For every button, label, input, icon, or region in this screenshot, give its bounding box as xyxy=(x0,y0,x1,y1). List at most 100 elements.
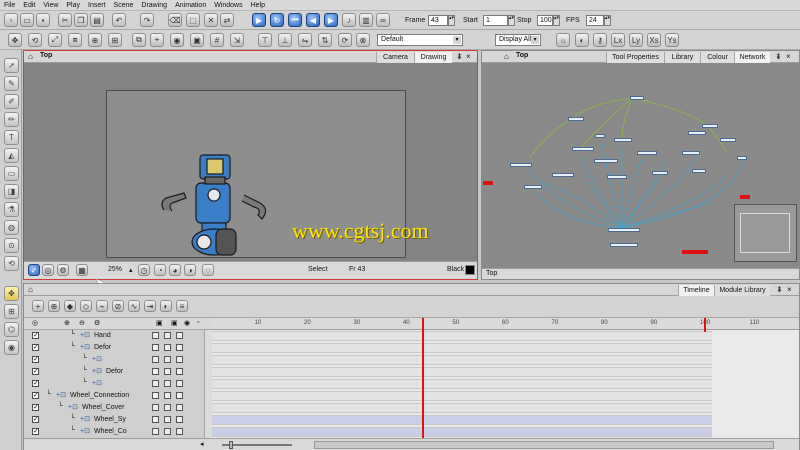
animate-tool-icon[interactable]: ✥ xyxy=(4,286,19,301)
layer-track[interactable] xyxy=(212,331,712,341)
copy-icon[interactable]: ❐ xyxy=(74,13,88,27)
add-layer-icon[interactable]: + xyxy=(32,300,44,312)
lock-icon[interactable]: ▣ xyxy=(171,319,178,327)
transform-icon[interactable]: ⊞ xyxy=(108,33,122,47)
tab-network[interactable]: Network xyxy=(734,52,770,63)
rotate-view-icon[interactable]: ⟲ xyxy=(4,256,19,271)
network-node[interactable] xyxy=(568,117,584,121)
color-icon[interactable]: ▫ xyxy=(197,319,199,326)
add-peg-icon[interactable]: ⊕ xyxy=(48,300,60,312)
sound-scrub-icon[interactable]: ▥ xyxy=(359,13,373,27)
network-node[interactable] xyxy=(630,96,644,100)
align-icon[interactable]: ⊤ xyxy=(258,33,272,47)
layer-visibility-checkbox[interactable]: ✓ xyxy=(32,380,39,387)
layer-track[interactable] xyxy=(212,403,712,413)
tab-camera[interactable]: Camera xyxy=(376,52,414,63)
skew-icon[interactable]: ⧈ xyxy=(68,33,82,47)
save-icon[interactable]: ▪ xyxy=(36,13,50,27)
fps-spinner[interactable]: ▴▾ xyxy=(604,15,611,26)
layer-lock-icon[interactable] xyxy=(152,344,159,351)
layer-color-icon[interactable] xyxy=(176,344,183,351)
rotate-icon[interactable]: ⟲ xyxy=(28,33,42,47)
layer-color-icon[interactable] xyxy=(176,416,183,423)
menu-item-edit[interactable]: Edit xyxy=(19,0,39,11)
layer-row[interactable]: ✓ └ +⊡ Wheel_Cover xyxy=(24,402,212,414)
network-node[interactable] xyxy=(652,171,668,175)
layer-track[interactable] xyxy=(212,379,712,389)
settings-icon[interactable]: ⚙ xyxy=(57,264,69,276)
layer-color-icon[interactable] xyxy=(176,380,183,387)
collapse-all-icon[interactable]: ⊖ xyxy=(79,319,85,327)
paint-tool-icon[interactable]: ◭ xyxy=(4,148,19,163)
next-frame-icon[interactable]: ▶ xyxy=(324,13,338,27)
layer-outline-icon[interactable] xyxy=(164,416,171,423)
stop-marker[interactable] xyxy=(704,318,707,332)
menu-item-play[interactable]: Play xyxy=(62,0,84,11)
safe-area-icon[interactable]: ▦ xyxy=(76,264,88,276)
network-node[interactable] xyxy=(607,175,627,179)
layer-lock-icon[interactable] xyxy=(152,392,159,399)
cell-extend-icon[interactable]: ⇥ xyxy=(144,300,156,312)
remove-key-icon[interactable]: ◇ xyxy=(80,300,92,312)
network-node[interactable] xyxy=(610,243,638,247)
layer-row[interactable]: ✓ └ +⊡ Wheel_Co xyxy=(24,426,212,438)
tab-timeline[interactable]: Timeline xyxy=(678,285,714,296)
xs-icon[interactable]: Xs xyxy=(647,33,661,47)
layer-row[interactable]: ✓ └ +⊡ Hand xyxy=(24,330,212,342)
network-canvas[interactable] xyxy=(482,63,799,268)
current-color-swatch[interactable] xyxy=(465,265,475,275)
outline-icon[interactable]: ◉ xyxy=(184,319,190,327)
layer-track[interactable] xyxy=(212,367,712,377)
stop-spinner[interactable]: ▴▾ xyxy=(553,15,560,26)
camera-mode-icon[interactable]: ✓ xyxy=(28,264,40,276)
layer-row[interactable]: ✓ └ +⊡ Defor xyxy=(24,342,212,354)
layer-lock-icon[interactable] xyxy=(152,368,159,375)
layer-outline-icon[interactable] xyxy=(164,356,171,363)
filter-icon[interactable]: ⚙ xyxy=(94,319,100,327)
layer-color-icon[interactable] xyxy=(176,368,183,375)
contour-editor-icon[interactable]: ✎ xyxy=(4,76,19,91)
add-key-icon[interactable]: ◆ xyxy=(64,300,76,312)
loop-icon[interactable]: ∞ xyxy=(376,13,390,27)
menu-item-insert[interactable]: Insert xyxy=(84,0,110,11)
layer-visibility-checkbox[interactable]: ✓ xyxy=(32,344,39,351)
panel-menu-icon[interactable]: ⇟ xyxy=(776,285,783,294)
onion-skin-timeline-icon[interactable]: ◐ xyxy=(160,300,172,312)
start-field[interactable]: 1 xyxy=(483,15,508,26)
layer-color-icon[interactable] xyxy=(176,356,183,363)
open-folder-icon[interactable]: ▭ xyxy=(20,13,34,27)
display-select[interactable]: Display All ▾ xyxy=(495,34,541,46)
menu-item-scene[interactable]: Scene xyxy=(110,0,138,11)
layer-color-icon[interactable] xyxy=(176,392,183,399)
rotate-view-left-icon[interactable]: ◔ xyxy=(154,264,166,276)
layer-outline-icon[interactable] xyxy=(164,380,171,387)
reset-view-icon[interactable]: ◷ xyxy=(138,264,150,276)
render-icon[interactable]: ◎ xyxy=(42,264,54,276)
network-navigator[interactable] xyxy=(734,204,797,262)
rotate-view-right-icon[interactable]: ◕ xyxy=(169,264,181,276)
layer-color-icon[interactable] xyxy=(176,332,183,339)
menu-item-view[interactable]: View xyxy=(39,0,62,11)
layer-visibility-checkbox[interactable]: ✓ xyxy=(32,404,39,411)
onion-skin-icon[interactable]: ◉ xyxy=(170,33,184,47)
reset-icon[interactable]: ⟳ xyxy=(338,33,352,47)
home-icon[interactable]: ⌂ xyxy=(504,52,509,61)
new-file-icon[interactable]: ▫ xyxy=(4,13,18,27)
quality-icon[interactable]: ◌ xyxy=(202,264,214,276)
home-icon[interactable]: ⌂ xyxy=(28,52,33,61)
network-node[interactable] xyxy=(692,169,706,173)
layer-outline-icon[interactable] xyxy=(164,404,171,411)
frame-ruler[interactable]: 102030405060708090100110 xyxy=(212,318,799,330)
peg-icon[interactable]: ⊕ xyxy=(88,33,102,47)
timeline-hscrollbar[interactable] xyxy=(314,441,774,449)
lock-icon[interactable]: ⊗ xyxy=(356,33,370,47)
layer-row[interactable]: ✓ └ +⊡ xyxy=(24,378,212,390)
network-node[interactable] xyxy=(524,185,542,189)
light-bulb-icon[interactable]: ☼ xyxy=(556,33,570,47)
bone-icon[interactable]: ⌖ xyxy=(150,33,164,47)
transform-tool-icon[interactable]: ⊞ xyxy=(4,304,19,319)
flip-icon[interactable]: ⇄ xyxy=(220,13,234,27)
bone-tool-icon[interactable]: ⌬ xyxy=(4,322,19,337)
ly-icon[interactable]: Ly xyxy=(629,33,643,47)
tab-module-library[interactable]: Module Library xyxy=(714,285,770,296)
